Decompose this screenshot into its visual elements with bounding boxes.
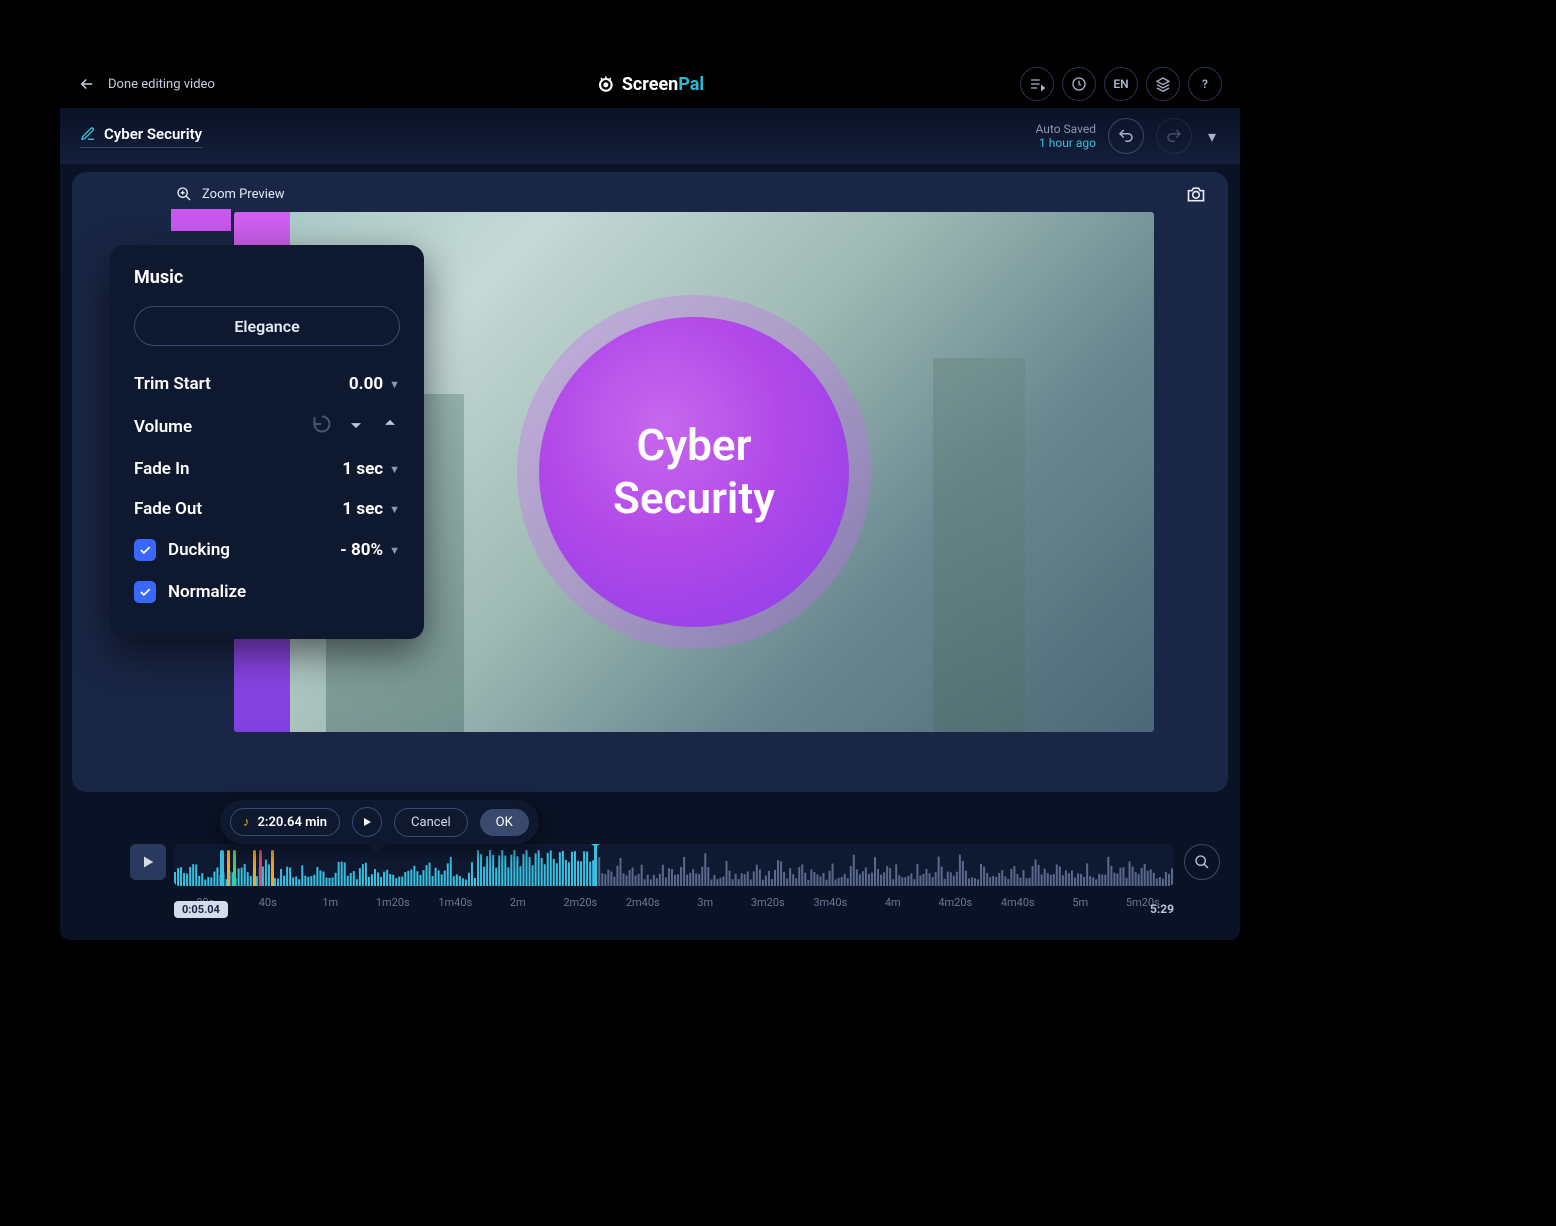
fade-out-row: Fade Out 1 sec▼	[134, 489, 400, 529]
undo-button[interactable]	[1108, 118, 1144, 154]
title-overlay: Cyber Security	[539, 317, 849, 627]
arrow-left-icon	[78, 75, 96, 93]
time-tick: 3m20s	[737, 896, 800, 920]
volume-row: Volume	[134, 404, 400, 449]
play-icon	[140, 854, 156, 870]
volume-down-icon[interactable]	[346, 414, 366, 439]
normalize-checkbox[interactable]	[134, 581, 156, 603]
time-tick: 4m	[862, 896, 925, 920]
fade-in-dropdown[interactable]: 1 sec▼	[342, 459, 400, 479]
waveform-track[interactable]	[174, 844, 1174, 886]
clip-header[interactable]	[171, 209, 231, 231]
history-button[interactable]	[1062, 67, 1096, 101]
snapshot-button[interactable]	[1186, 184, 1206, 208]
waveform	[174, 844, 1174, 886]
time-tick: 5m	[1049, 896, 1112, 920]
topbar: Done editing video ScreenPal EN ?	[60, 60, 1240, 108]
redo-icon	[1165, 127, 1183, 145]
playhead[interactable]	[594, 844, 597, 886]
autosave-status: Auto Saved 1 hour ago	[1036, 122, 1096, 150]
time-tick: 2m	[487, 896, 550, 920]
project-title[interactable]: Cyber Security	[80, 125, 202, 148]
timeline-zoom-button[interactable]	[1184, 844, 1220, 880]
time-tick: 3m40s	[799, 896, 862, 920]
zoom-icon[interactable]	[176, 186, 192, 202]
playlist-button[interactable]	[1020, 67, 1054, 101]
language-button[interactable]: EN	[1104, 67, 1138, 101]
music-action-bar: ♪ 2:20.64 min Cancel OK	[220, 800, 539, 844]
volume-reset-icon[interactable]	[312, 414, 332, 439]
cancel-button[interactable]: Cancel	[394, 808, 468, 837]
more-dropdown[interactable]: ▾	[1204, 123, 1220, 150]
playlist-icon	[1029, 76, 1045, 92]
time-tick: 2m40s	[612, 896, 675, 920]
time-tick: 1m40s	[424, 896, 487, 920]
ok-button[interactable]: OK	[480, 809, 529, 836]
brand-logo: ScreenPal	[596, 74, 704, 95]
timeline-play-button[interactable]	[130, 844, 166, 880]
normalize-row: Normalize	[134, 571, 400, 613]
clip-markers	[220, 850, 274, 886]
fade-out-dropdown[interactable]: 1 sec▼	[342, 499, 400, 519]
layers-icon	[1155, 76, 1171, 92]
time-tick: 3m	[674, 896, 737, 920]
time-tick: 2m20s	[549, 896, 612, 920]
ducking-dropdown[interactable]: - 80%▼	[340, 540, 400, 560]
end-time-label: 5:29	[1150, 902, 1174, 916]
music-note-icon: ♪	[243, 814, 250, 830]
time-ruler: 20s40s1m1m20s1m40s2m2m20s2m40s3m3m20s3m4…	[174, 896, 1174, 920]
music-panel: Music Elegance Trim Start 0.00▼ Volume F…	[110, 245, 424, 639]
time-tick: 1m20s	[362, 896, 425, 920]
play-icon	[361, 816, 373, 828]
topbar-actions: EN ?	[1020, 67, 1222, 101]
brand-icon	[596, 74, 616, 94]
ducking-checkbox[interactable]	[134, 539, 156, 561]
preview-play-button[interactable]	[352, 807, 382, 837]
timeline: 20s40s1m1m20s1m40s2m2m20s2m40s3m3m20s3m4…	[130, 840, 1220, 920]
trim-start-row: Trim Start 0.00▼	[134, 364, 400, 404]
undo-icon	[1117, 127, 1135, 145]
time-tick: 40s	[237, 896, 300, 920]
fade-in-row: Fade In 1 sec▼	[134, 449, 400, 489]
time-tick: 4m20s	[924, 896, 987, 920]
search-icon	[1194, 854, 1210, 870]
edit-icon	[80, 126, 96, 142]
back-label: Done editing video	[108, 77, 215, 92]
music-duration-chip[interactable]: ♪ 2:20.64 min	[230, 808, 340, 836]
back-button[interactable]: Done editing video	[78, 75, 215, 93]
time-tick: 1m	[299, 896, 362, 920]
zoom-preview-label[interactable]: Zoom Preview	[202, 187, 285, 202]
track-select-button[interactable]: Elegance	[134, 306, 400, 346]
ducking-row: Ducking - 80%▼	[134, 529, 400, 571]
trim-start-dropdown[interactable]: 0.00▼	[349, 374, 400, 394]
help-button[interactable]: ?	[1188, 67, 1222, 101]
layers-button[interactable]	[1146, 67, 1180, 101]
redo-button[interactable]	[1156, 118, 1192, 154]
music-panel-title: Music	[134, 267, 400, 288]
volume-up-icon[interactable]	[380, 414, 400, 439]
camera-icon	[1186, 184, 1206, 204]
clock-icon	[1071, 76, 1087, 92]
subbar: Cyber Security Auto Saved 1 hour ago ▾	[60, 108, 1240, 164]
time-tick: 4m40s	[987, 896, 1050, 920]
current-time-badge: 0:05.04	[174, 901, 228, 918]
